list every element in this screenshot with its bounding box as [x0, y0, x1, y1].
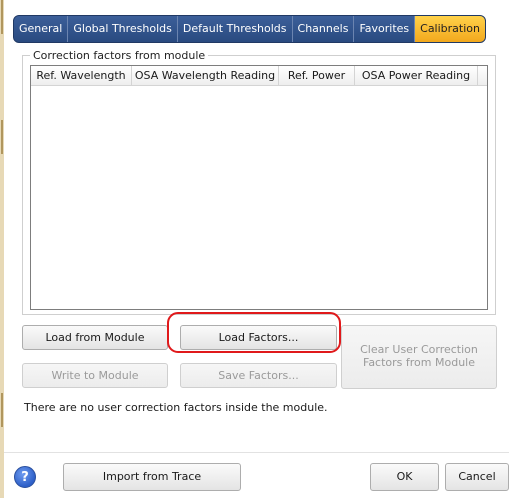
tab-favorites[interactable]: Favorites: [354, 16, 416, 42]
footer-divider: [4, 452, 509, 453]
help-icon[interactable]: ?: [14, 466, 36, 488]
load-from-module-label: Load from Module: [45, 331, 145, 344]
tab-bar: General Global Thresholds Default Thresh…: [13, 15, 486, 43]
tab-general[interactable]: General: [14, 16, 69, 42]
tab-default-thresholds[interactable]: Default Thresholds: [177, 16, 293, 42]
load-from-module-button[interactable]: Load from Module: [22, 325, 168, 350]
import-from-trace-label: Import from Trace: [102, 470, 202, 483]
tab-channels[interactable]: Channels: [292, 16, 355, 42]
correction-factors-table[interactable]: Ref. Wavelength OSA Wavelength Reading R…: [30, 65, 488, 310]
ok-label: OK: [396, 470, 413, 483]
write-to-module-button[interactable]: Write to Module: [22, 363, 168, 388]
save-factors-button[interactable]: Save Factors...: [180, 363, 337, 388]
tab-calibration[interactable]: Calibration: [415, 16, 485, 42]
column-header-osa-power-reading[interactable]: OSA Power Reading: [355, 66, 478, 85]
cancel-button[interactable]: Cancel: [445, 463, 509, 491]
ok-button[interactable]: OK: [370, 463, 439, 491]
highlight-annotation: [167, 312, 341, 353]
write-to-module-label: Write to Module: [51, 369, 139, 382]
column-header-ref-power[interactable]: Ref. Power: [279, 66, 355, 85]
save-factors-label: Save Factors...: [218, 369, 299, 382]
window-edge: [0, 0, 4, 498]
group-title: Correction factors from module: [30, 49, 209, 62]
tab-global-thresholds[interactable]: Global Thresholds: [68, 16, 178, 42]
column-header-osa-wavelength-reading[interactable]: OSA Wavelength Reading: [132, 66, 279, 85]
table-header: Ref. Wavelength OSA Wavelength Reading R…: [31, 66, 487, 86]
clear-user-correction-factors-label: Clear User Correction Factors from Modul…: [360, 343, 478, 369]
clear-user-correction-factors-button[interactable]: Clear User Correction Factors from Modul…: [341, 325, 497, 389]
cancel-label: Cancel: [458, 470, 496, 483]
column-header-ref-wavelength[interactable]: Ref. Wavelength: [31, 66, 132, 85]
status-message: There are no user correction factors ins…: [24, 401, 328, 414]
import-from-trace-button[interactable]: Import from Trace: [63, 463, 241, 491]
